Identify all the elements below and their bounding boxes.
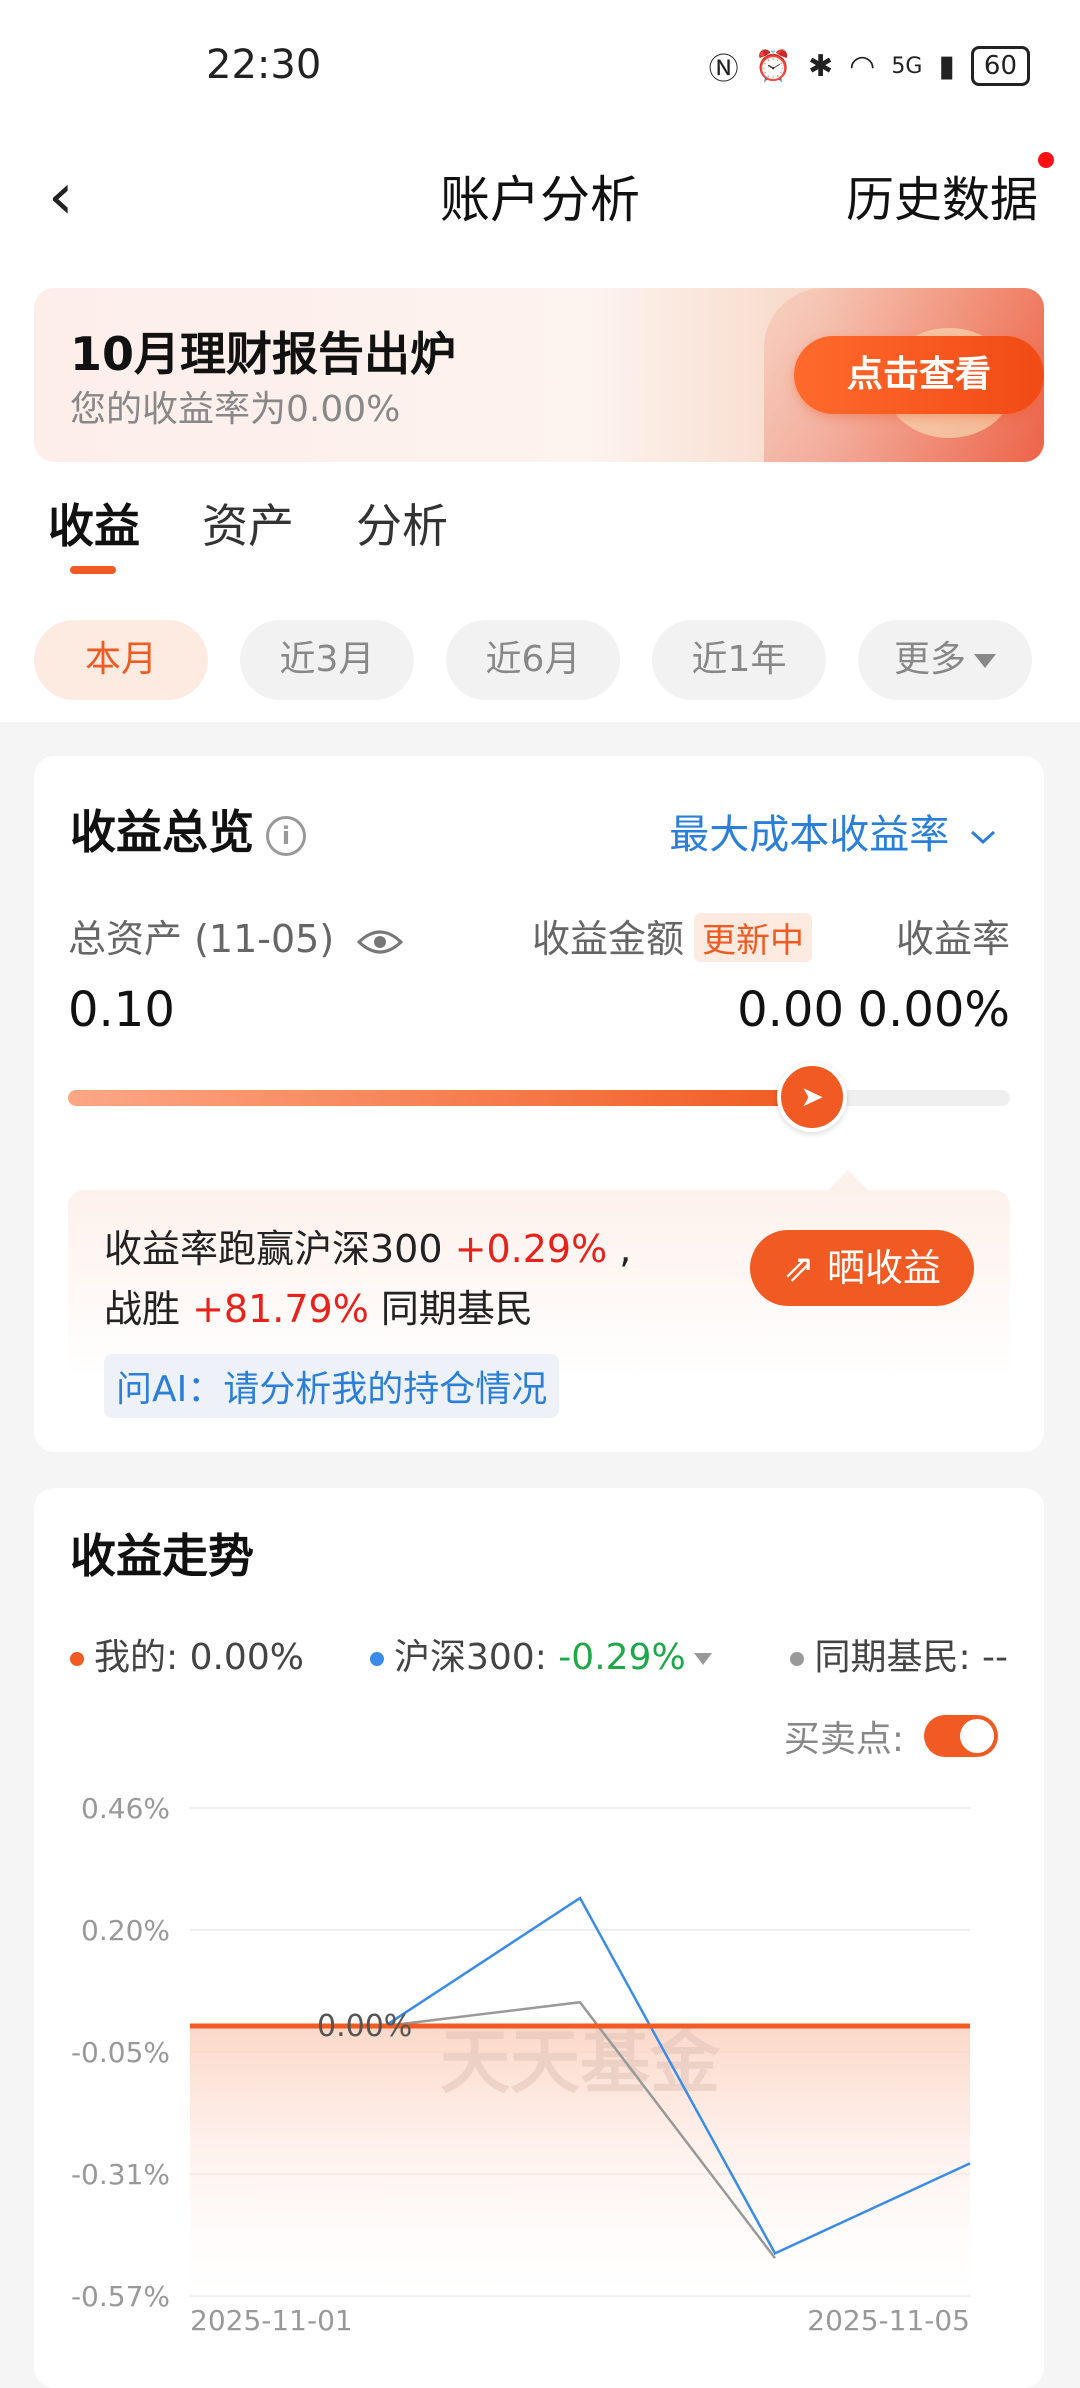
status-time: 22:30 xyxy=(206,42,322,88)
chevron-down-icon xyxy=(970,830,996,845)
report-banner[interactable]: 10月理财报告出炉 您的收益率为0.00% 点击查看 xyxy=(34,288,1044,462)
period-more-label: 更多 xyxy=(893,639,966,680)
zero-value-label: 0.00% xyxy=(317,2009,412,2044)
tab-income-label: 收益 xyxy=(48,499,140,553)
beat-peers-value: +81.79% xyxy=(192,1287,369,1331)
share-profit-label: 晒收益 xyxy=(826,1246,941,1290)
beat-peers-suffix: 同期基民 xyxy=(368,1287,533,1331)
status-bar: 22:30 Ⓝ ⏰ ✱ ◠ 5G ▮ 60 xyxy=(0,0,1080,140)
top-section: 22:30 Ⓝ ⏰ ✱ ◠ 5G ▮ 60 ‹ 账户分析 历史数据 10月理财报… xyxy=(0,0,1080,722)
metric-selector-label: 最大成本收益率 xyxy=(669,812,950,858)
beat-index-text: 收益率跑赢沪深300 +0.29% , xyxy=(104,1218,631,1273)
compare-box: 收益率跑赢沪深300 +0.29% , 战胜 +81.79% 同期基民 ⇗ 晒收… xyxy=(68,1170,1010,1418)
total-assets-label-row: 总资产 (11-05) xyxy=(68,908,404,963)
banner-subtitle: 您的收益率为0.00% xyxy=(70,389,401,430)
profit-amount-value: 0.00 xyxy=(737,982,844,1038)
updating-badge: 更新中 xyxy=(694,913,813,962)
status-icons: Ⓝ ⏰ ✱ ◠ 5G ▮ 60 xyxy=(709,44,1030,88)
y-tick-label: 0.46% xyxy=(81,1792,170,1825)
total-assets-value: 0.10 xyxy=(68,982,175,1038)
period-filter: 本月 近3月 近6月 近1年 更多 xyxy=(34,620,1032,700)
compare-pointer xyxy=(828,1170,868,1190)
profit-rate-value: 0.00% xyxy=(857,982,1010,1038)
info-icon[interactable]: i xyxy=(266,815,306,856)
nfc-icon: Ⓝ xyxy=(708,52,739,87)
alarm-icon: ⏰ xyxy=(754,48,793,84)
signal-icon: ▮ xyxy=(938,48,955,84)
metric-selector[interactable]: 最大成本收益率 xyxy=(669,802,998,860)
view-report-button[interactable]: 点击查看 xyxy=(794,336,1044,414)
wifi-icon: ◠ xyxy=(849,48,876,84)
tab-active-indicator xyxy=(70,566,116,574)
x-tick-label: 2025-11-05 xyxy=(807,2304,970,2337)
watermark: 天天基金 xyxy=(440,2021,721,2103)
tab-analysis[interactable]: 分析 xyxy=(356,490,448,556)
tab-assets[interactable]: 资产 xyxy=(202,490,294,556)
overview-title-row: 收益总览 i xyxy=(70,796,306,862)
bluetooth-icon: ✱ xyxy=(808,48,834,84)
battery-icon: 60 xyxy=(970,46,1030,86)
trend-chart: 0.46% 0.20% -0.05% -0.31% -0.57% 2025-11-01 20… xyxy=(71,1792,971,2337)
period-1-year[interactable]: 近1年 xyxy=(652,620,826,700)
period-this-month[interactable]: 本月 xyxy=(34,620,208,700)
profit-rate-label: 收益率 xyxy=(895,917,1010,961)
overview-card: 收益总览 i 最大成本收益率 总资产 (11-05) 收益金额 更新中 收益率 0.… xyxy=(34,756,1044,1452)
eye-icon[interactable] xyxy=(356,926,404,958)
total-assets-label: 总资产 (11-05) xyxy=(68,917,335,961)
banner-title: 10月理财报告出炉 xyxy=(70,327,457,381)
y-tick-label: -0.57% xyxy=(71,2280,170,2313)
profit-amount-label: 收益金额 xyxy=(532,917,685,961)
share-icon: ⇗ xyxy=(783,1246,827,1290)
dropdown-triangle-icon xyxy=(974,654,996,668)
share-profit-button[interactable]: ⇗ 晒收益 xyxy=(750,1230,974,1306)
signal-label: 5G xyxy=(891,53,923,79)
tab-income[interactable]: 收益 xyxy=(48,490,140,574)
beat-peers-prefix: 战胜 xyxy=(104,1287,193,1331)
notification-dot xyxy=(1038,152,1054,168)
beat-index-suffix: , xyxy=(607,1227,632,1271)
progress-track: ➤ xyxy=(68,1062,1010,1132)
period-3-months[interactable]: 近3月 xyxy=(240,620,414,700)
rocket-icon: ➤ xyxy=(777,1062,848,1132)
history-data-link[interactable]: 历史数据 xyxy=(846,160,1038,230)
beat-peers-text: 战胜 +81.79% 同期基民 xyxy=(104,1278,533,1333)
beat-index-prefix: 收益率跑赢沪深300 xyxy=(104,1227,455,1271)
progress-fill xyxy=(68,1090,813,1106)
beat-index-value: +0.29% xyxy=(454,1227,608,1271)
y-tick-label: -0.31% xyxy=(71,2158,170,2191)
period-6-months[interactable]: 近6月 xyxy=(446,620,620,700)
period-more[interactable]: 更多 xyxy=(858,620,1032,700)
main-tabs: 收益 资产 分析 xyxy=(48,490,448,574)
x-tick-label: 2025-11-01 xyxy=(190,2304,353,2337)
overview-title: 收益总览 xyxy=(70,805,254,859)
navbar: ‹ 账户分析 历史数据 xyxy=(0,140,1080,250)
trend-card: 收益走势 我的: 0.00% 沪深300: -0.29% 同期基民: -- 买卖… xyxy=(34,1488,1044,2388)
ask-ai-chip[interactable]: 问AI：请分析我的持仓情况 xyxy=(104,1354,560,1418)
y-tick-label: 0.20% xyxy=(81,1914,170,1947)
profit-amount-label-row: 收益金额 更新中 xyxy=(532,908,813,963)
y-tick-label: -0.05% xyxy=(71,2036,170,2069)
